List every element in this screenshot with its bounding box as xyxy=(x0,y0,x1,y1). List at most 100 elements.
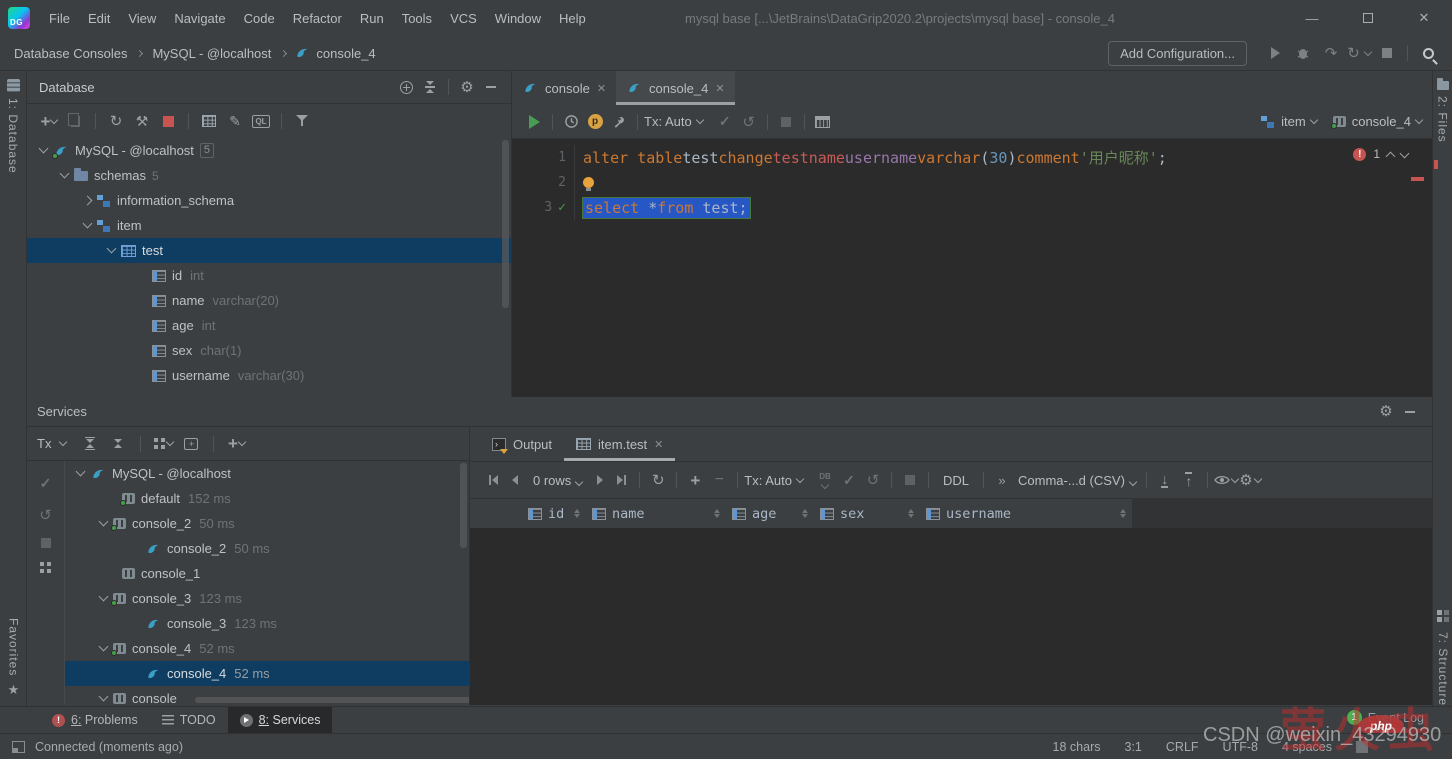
service-session-default[interactable]: default 152 ms xyxy=(65,486,469,511)
submit-to-db-icon[interactable]: DB xyxy=(813,468,837,492)
column-header-id[interactable]: id xyxy=(522,499,586,528)
column-header-username[interactable]: username xyxy=(920,499,1132,528)
tx-selector[interactable]: Tx xyxy=(37,436,51,451)
menu-edit[interactable]: Edit xyxy=(79,5,119,31)
menu-tools[interactable]: Tools xyxy=(393,5,441,31)
rollback-button[interactable]: ↺ xyxy=(737,110,761,134)
error-stripe-mark[interactable] xyxy=(1411,177,1424,181)
menu-navigate[interactable]: Navigate xyxy=(165,5,234,31)
sort-icon[interactable] xyxy=(908,509,914,518)
import-data-icon[interactable]: ↑ xyxy=(1177,468,1201,492)
menu-help[interactable]: Help xyxy=(550,5,595,31)
output-options-icon[interactable] xyxy=(811,110,835,134)
tree-item-test-table[interactable]: test xyxy=(27,238,511,263)
sort-icon[interactable] xyxy=(714,509,720,518)
column-header-age[interactable]: age xyxy=(726,499,814,528)
menu-file[interactable]: File xyxy=(40,5,79,31)
export-data-icon[interactable]: ↓ xyxy=(1153,468,1177,492)
more-actions-chevrons-icon[interactable]: » xyxy=(990,468,1014,492)
database-tree-scrollbar[interactable] xyxy=(502,140,509,308)
column-header-sex[interactable]: sex xyxy=(814,499,920,528)
sync-with-datasource-icon[interactable]: ⚒ xyxy=(130,109,154,133)
chevron-down-icon[interactable] xyxy=(98,516,109,527)
filter-icon[interactable] xyxy=(290,109,314,133)
last-page-icon[interactable] xyxy=(617,475,627,485)
caret-position[interactable]: 3:1 xyxy=(1125,740,1142,754)
stop-button[interactable] xyxy=(1373,41,1401,65)
add-service-tab-icon[interactable]: + xyxy=(179,432,203,456)
tab-problems[interactable]: ! 6: Problems xyxy=(40,707,150,734)
tx-mode-selector[interactable]: Tx: Auto xyxy=(744,473,792,488)
services-horizontal-scrollbar[interactable] xyxy=(195,697,469,703)
connection-status[interactable]: Connected (moments ago) xyxy=(35,740,183,754)
breadcrumb-connection[interactable]: MySQL - @localhost xyxy=(148,46,275,61)
stripe-tab-structure[interactable]: 7: Structure xyxy=(1436,632,1450,706)
tab-services[interactable]: 8: Services xyxy=(227,706,333,734)
schema-selector[interactable]: item xyxy=(1261,114,1318,129)
inspection-widget[interactable]: ! 1 xyxy=(1353,147,1410,161)
tree-item-column-id[interactable]: id int xyxy=(27,263,511,288)
next-page-icon[interactable] xyxy=(597,475,604,485)
service-session-console-4[interactable]: console_4 52 ms xyxy=(65,636,469,661)
sort-icon[interactable] xyxy=(802,509,808,518)
stripe-tab-favorites[interactable]: Favorites xyxy=(7,618,21,676)
menu-code[interactable]: Code xyxy=(235,5,284,31)
tree-item-information-schema[interactable]: information_schema xyxy=(27,188,511,213)
stop-button[interactable] xyxy=(40,538,51,548)
column-header-name[interactable]: name xyxy=(586,499,726,528)
service-console-2[interactable]: console_2 50 ms xyxy=(65,536,469,561)
chevron-down-icon[interactable] xyxy=(82,218,93,229)
add-configuration-button[interactable]: Add Configuration... xyxy=(1108,40,1247,66)
stop-query-button[interactable] xyxy=(774,110,798,134)
tree-item-column-age[interactable]: age int xyxy=(27,313,511,338)
locate-object-icon[interactable] xyxy=(394,75,418,99)
add-connection-button[interactable]: + xyxy=(224,432,248,456)
service-session-console-2[interactable]: console_2 50 ms xyxy=(65,511,469,536)
parameters-icon[interactable]: p xyxy=(583,110,607,134)
reload-page-icon[interactable]: ↻ xyxy=(646,468,670,492)
execute-button[interactable] xyxy=(522,110,546,134)
page-size-selector[interactable]: 0 rows xyxy=(533,473,584,488)
intention-bulb-icon[interactable] xyxy=(583,177,594,191)
chevron-down-icon[interactable] xyxy=(98,691,109,702)
debug-button[interactable] xyxy=(1289,41,1317,65)
view-options-eye-icon[interactable] xyxy=(1214,468,1240,492)
export-format-selector[interactable]: Comma-...d (CSV) xyxy=(1018,473,1138,488)
tree-item-schemas[interactable]: schemas 5 xyxy=(27,163,511,188)
chevron-down-icon[interactable] xyxy=(98,641,109,652)
group-by-icon[interactable] xyxy=(151,432,175,456)
settings-wrench-icon[interactable] xyxy=(607,110,631,134)
close-icon[interactable]: ✕ xyxy=(597,82,606,95)
commit-button[interactable]: ✓ xyxy=(713,110,737,134)
open-table-button[interactable] xyxy=(197,109,221,133)
commit-button[interactable]: ✓ xyxy=(837,468,861,492)
rollback-button[interactable]: ↺ xyxy=(861,468,885,492)
chevron-down-icon[interactable] xyxy=(59,168,70,179)
menu-vcs[interactable]: VCS xyxy=(441,5,486,31)
code-line-2[interactable]: 2 xyxy=(512,170,1432,195)
tree-item-column-sex[interactable]: sex char(1) xyxy=(27,338,511,363)
services-tree-scrollbar[interactable] xyxy=(460,463,467,548)
tab-item-test[interactable]: item.test ✕ xyxy=(564,427,675,461)
panel-settings-gear-icon[interactable]: ⚙ xyxy=(455,75,479,99)
delete-row-button[interactable]: − xyxy=(707,468,731,492)
menu-refactor[interactable]: Refactor xyxy=(284,5,351,31)
rerun-button[interactable]: ↻ xyxy=(1345,41,1373,65)
grid-body-empty[interactable] xyxy=(470,528,1432,705)
panel-settings-gear-icon[interactable]: ⚙ xyxy=(1374,400,1398,424)
sort-icon[interactable] xyxy=(574,509,580,518)
chevron-down-icon[interactable] xyxy=(38,143,49,154)
indent-selector[interactable]: 4 spaces xyxy=(1282,740,1332,754)
service-connection[interactable]: MySQL - @localhost xyxy=(65,461,469,486)
session-selector[interactable]: console_4 xyxy=(1330,114,1424,129)
add-row-button[interactable]: + xyxy=(683,468,707,492)
close-button[interactable]: ✕ xyxy=(1396,0,1452,36)
hide-panel-icon[interactable] xyxy=(1398,400,1422,424)
layout-icon[interactable] xyxy=(40,562,51,573)
minimize-button[interactable]: — xyxy=(1284,0,1340,36)
encoding-selector[interactable]: UTF-8 xyxy=(1223,740,1258,754)
expand-all-icon[interactable] xyxy=(78,432,102,456)
duplicate-button[interactable] xyxy=(63,109,87,133)
menu-view[interactable]: View xyxy=(119,5,165,31)
maximize-button[interactable] xyxy=(1340,0,1396,36)
